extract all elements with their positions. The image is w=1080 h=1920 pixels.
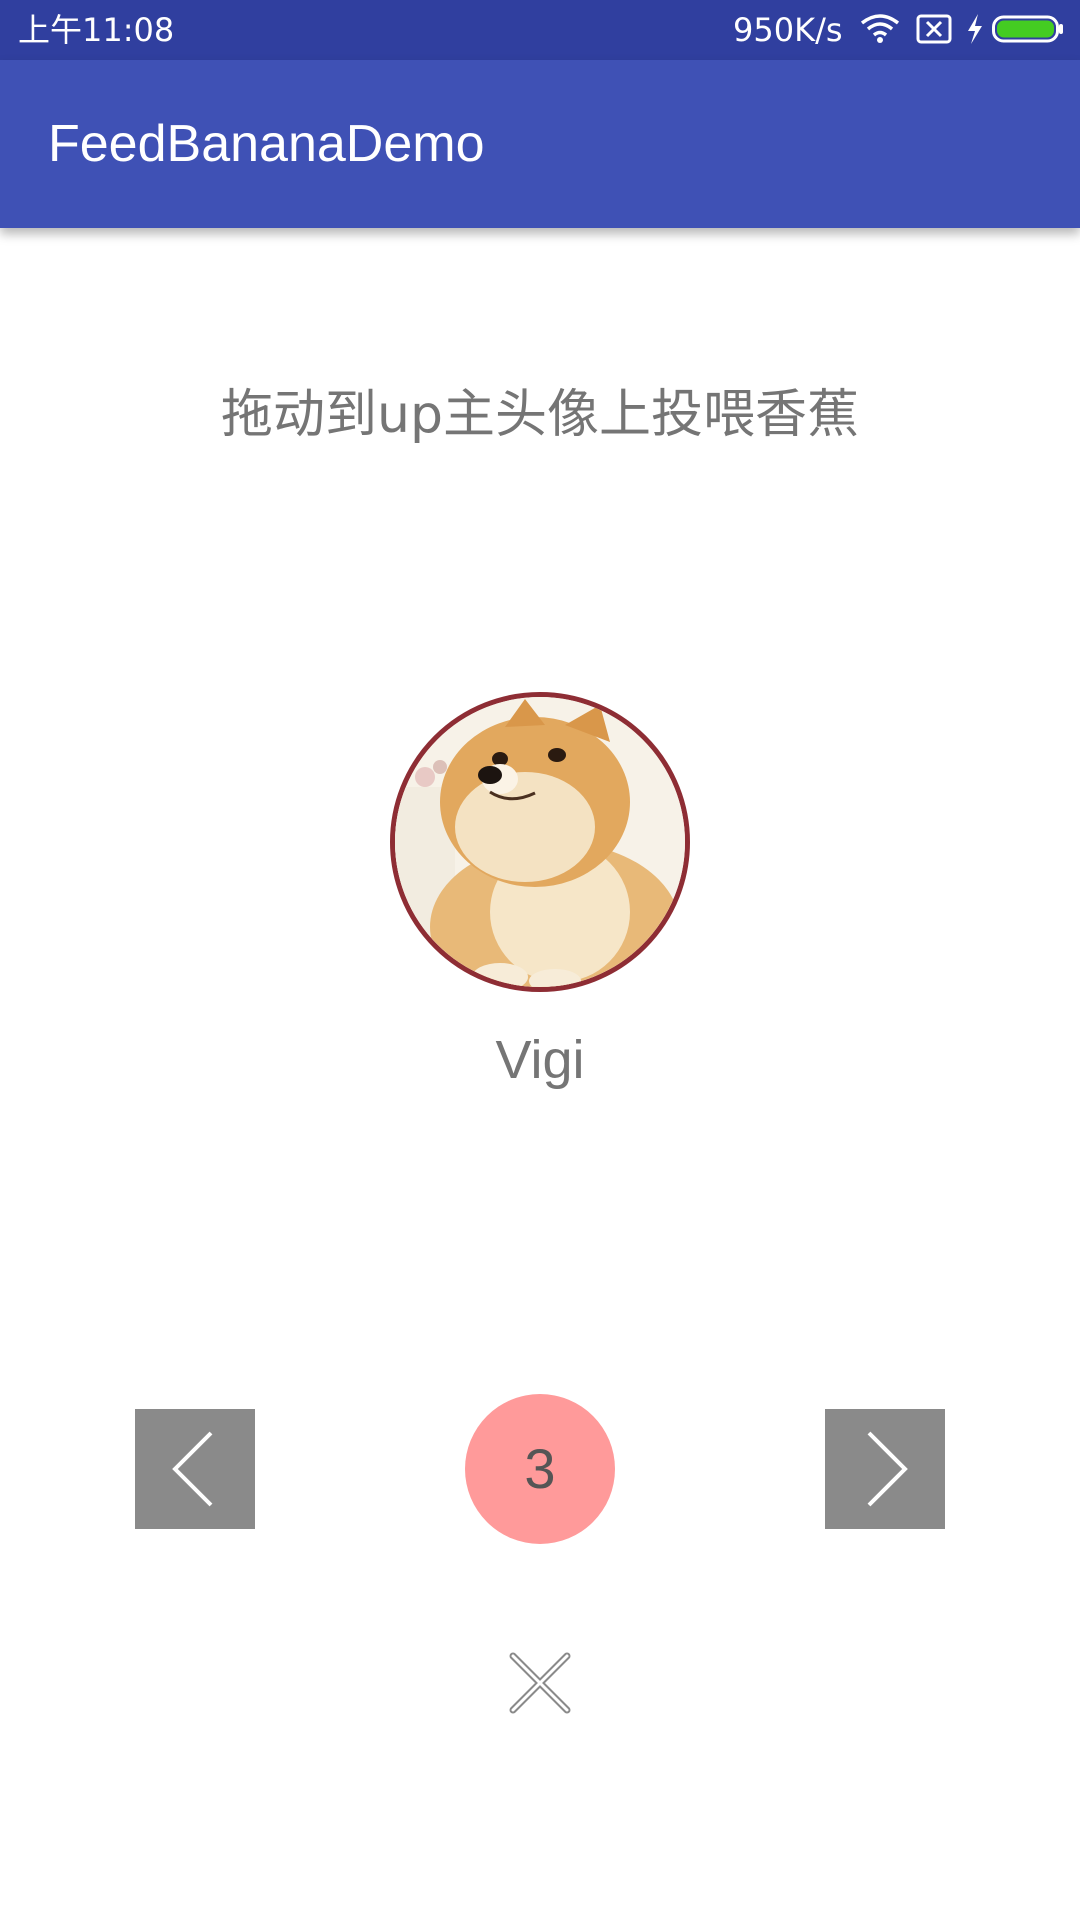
chevron-right-icon	[867, 1431, 908, 1507]
prev-button[interactable]	[135, 1409, 255, 1529]
next-button[interactable]	[825, 1409, 945, 1529]
sim-off-icon	[916, 13, 952, 49]
uploader-name: Vigi	[495, 1030, 585, 1090]
close-button[interactable]	[505, 1648, 575, 1718]
status-time: 上午11:08	[18, 11, 175, 49]
shiba-dog-image	[395, 697, 685, 987]
status-bar: 上午11:08 950K/s	[0, 0, 1080, 60]
network-speed: 950K/s	[733, 11, 843, 49]
app-title: FeedBananaDemo	[48, 115, 485, 173]
uploader-avatar[interactable]	[390, 692, 690, 992]
app-bar: FeedBananaDemo	[0, 60, 1080, 228]
chevron-left-icon	[172, 1431, 213, 1507]
banana-count-badge[interactable]: 3	[465, 1394, 615, 1544]
battery-icon	[992, 13, 1064, 49]
charging-bolt-icon	[965, 13, 985, 49]
close-icon	[509, 1652, 571, 1714]
drag-hint-text: 拖动到up主头像上投喂香蕉	[221, 385, 859, 445]
wifi-icon	[860, 13, 900, 49]
